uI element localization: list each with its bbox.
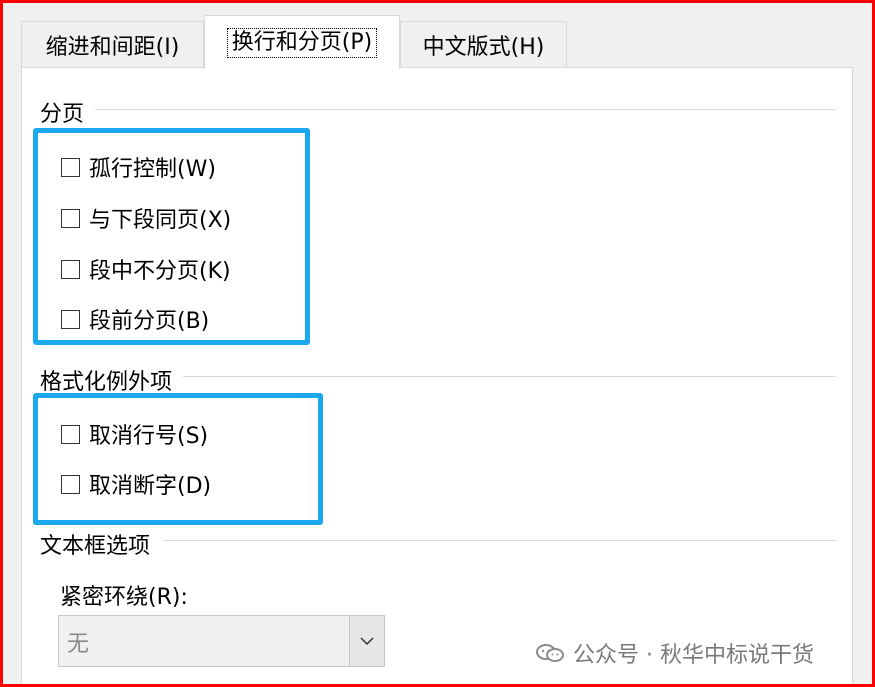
checkbox-label: 段中不分页(K) (89, 259, 231, 284)
tab-label: 换行和分页(P) (226, 27, 378, 58)
watermark-text: 公众号 · 秋华中标说干货 (573, 643, 814, 668)
checkbox-square[interactable] (61, 424, 80, 444)
tab-line-page-breaks[interactable]: 换行和分页(P) (204, 15, 400, 69)
tab-label: 中文版式(H) (422, 34, 545, 60)
tight-wrap-value: 无 (67, 632, 90, 657)
checkbox-square[interactable] (61, 474, 80, 494)
checkbox-square[interactable] (61, 208, 80, 228)
section-divider (95, 109, 836, 110)
checkbox-label: 孤行控制(W) (89, 157, 216, 182)
wechat-icon (536, 644, 564, 662)
checkbox-label: 与下段同页(X) (89, 208, 232, 233)
section-divider (183, 376, 836, 377)
checkbox-label: 取消行号(S) (89, 424, 209, 449)
section-divider (163, 540, 836, 541)
tab-asian-typography[interactable]: 中文版式(H) (400, 21, 567, 67)
tab-indent-spacing[interactable]: 缩进和间距(I) (21, 21, 204, 67)
chevron-down-icon[interactable] (349, 616, 384, 666)
tight-wrap-label: 紧密环绕(R): (60, 585, 188, 610)
checkbox-square[interactable] (61, 157, 80, 177)
checkbox-no-hyphenation[interactable]: 取消断字(D) (61, 468, 211, 500)
checkbox-widow-control[interactable]: 孤行控制(W) (61, 151, 216, 183)
tight-wrap-dropdown[interactable]: 无 (58, 615, 385, 667)
tab-label: 缩进和间距(I) (45, 34, 180, 60)
screenshot-frame: 缩进和间距(I) 换行和分页(P) 中文版式(H) 分页 孤行控制(W) 与下段… (0, 0, 875, 687)
section-title-formatting-exceptions: 格式化例外项 (40, 370, 173, 395)
checkbox-suppress-line-numbers[interactable]: 取消行号(S) (61, 418, 208, 450)
checkbox-keep-lines-together[interactable]: 段中不分页(K) (61, 253, 231, 285)
checkbox-label: 取消断字(D) (89, 474, 212, 499)
section-title-textbox-options: 文本框选项 (40, 534, 151, 559)
checkbox-label: 段前分页(B) (89, 309, 210, 334)
section-title-pagination: 分页 (40, 102, 85, 127)
watermark: 公众号 · 秋华中标说干货 (535, 637, 814, 669)
highlight-box-formatting-exceptions (33, 393, 323, 525)
checkbox-page-break-before[interactable]: 段前分页(B) (61, 303, 209, 335)
checkbox-square[interactable] (61, 309, 80, 329)
checkbox-square[interactable] (61, 259, 80, 279)
checkbox-keep-with-next[interactable]: 与下段同页(X) (61, 202, 231, 234)
